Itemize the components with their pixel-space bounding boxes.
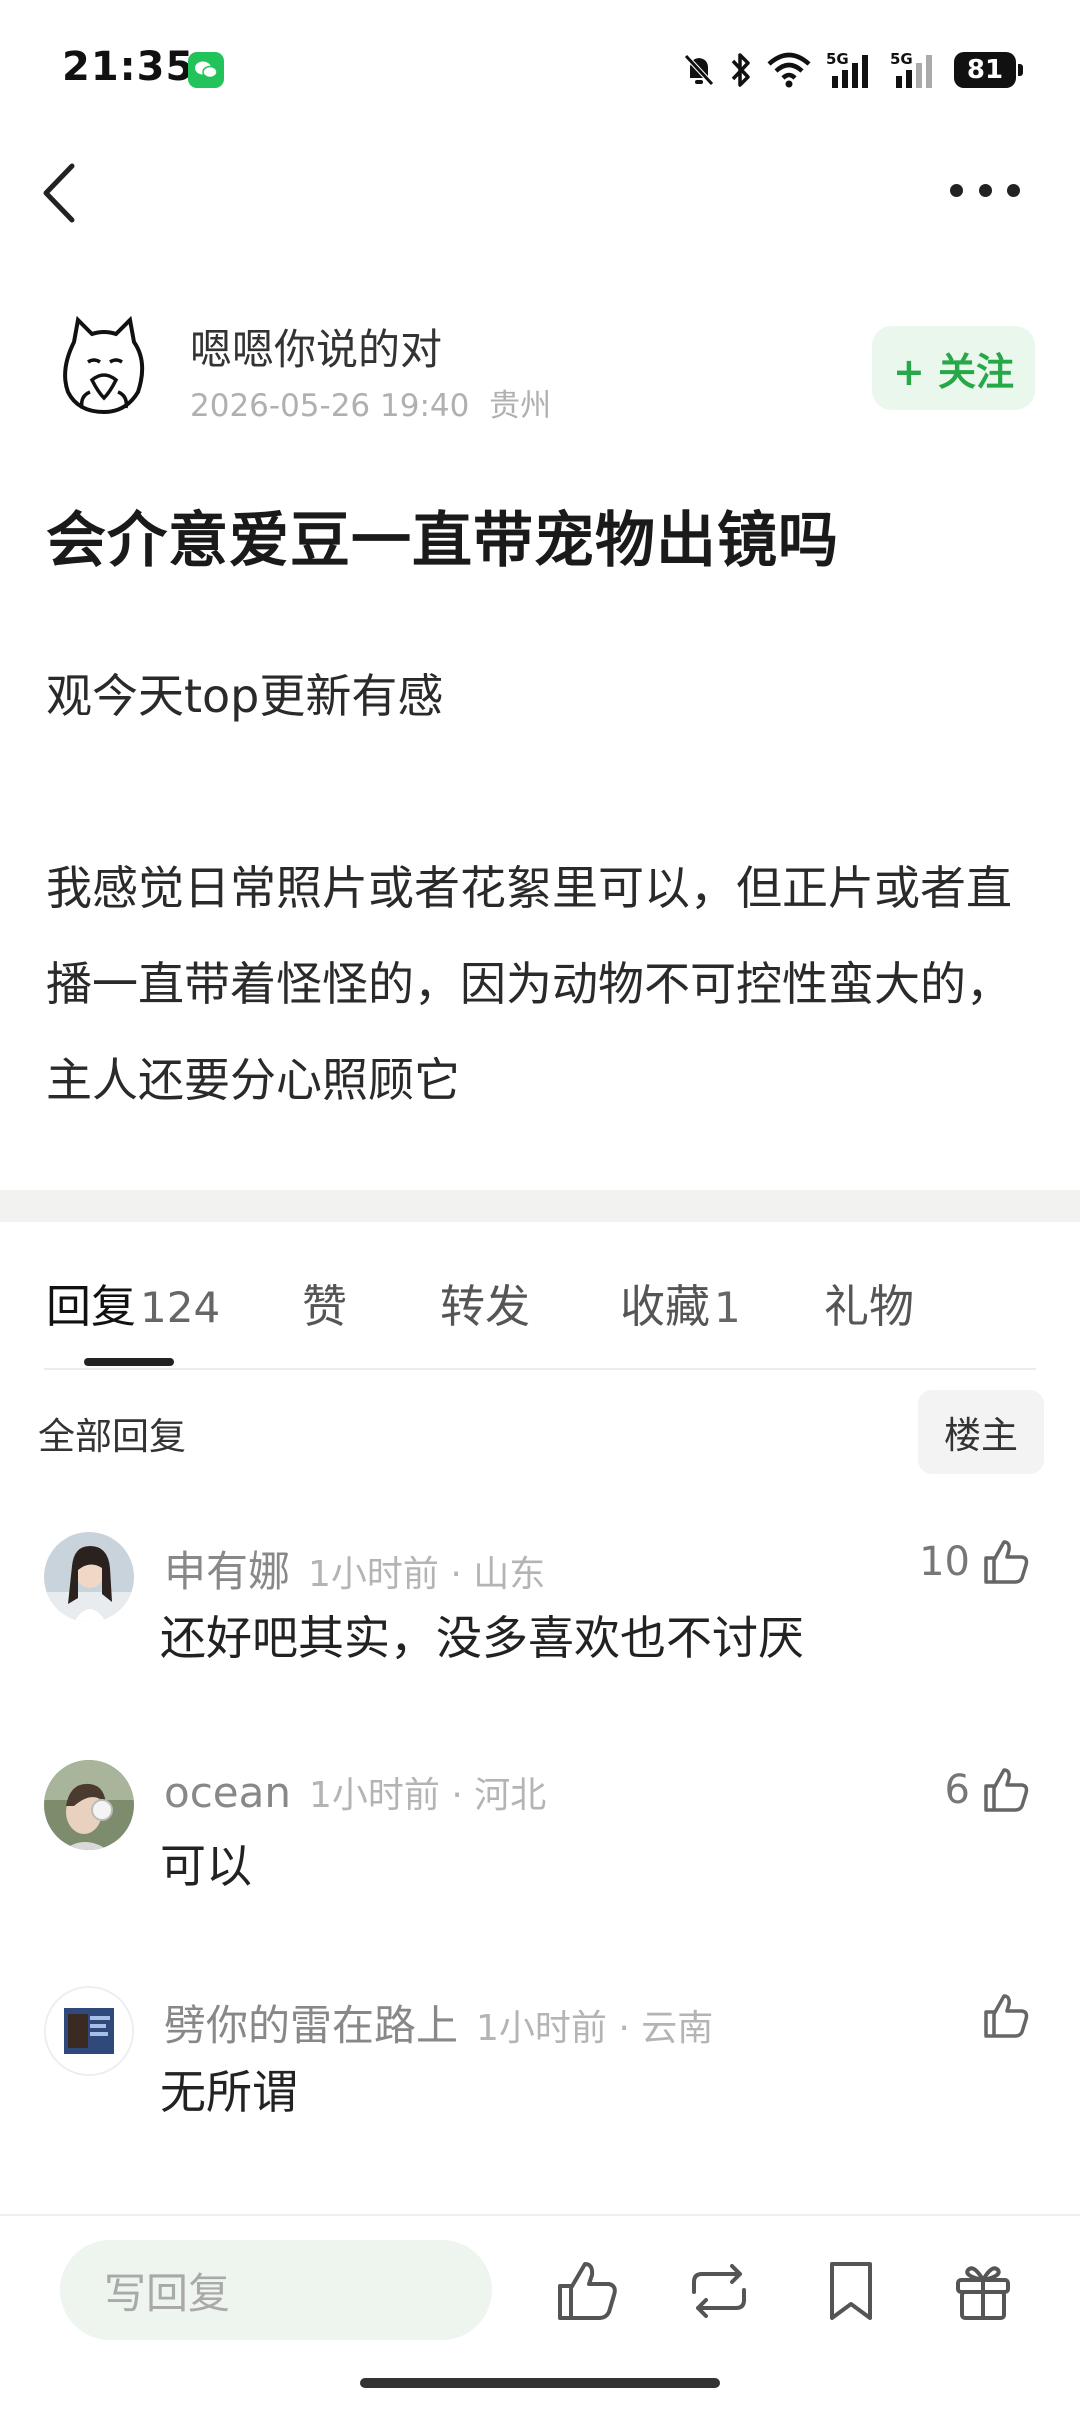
thumbs-up-icon xyxy=(984,1540,1029,1584)
comment-item: 申有娜 1小时前 · 山东 还好吧其实，没多喜欢也不讨厌 10 xyxy=(0,1532,1080,1692)
post-body: 观今天top更新有感 我感觉日常照片或者花絮里可以，但正片或者直播一直带着怪怪的… xyxy=(46,648,1036,1128)
repost-button[interactable] xyxy=(684,2256,754,2326)
network-label: 5G xyxy=(826,50,849,68)
commenter-avatar[interactable] xyxy=(44,1760,134,1850)
5g-signal-icon: 5G xyxy=(826,50,868,88)
gift-button[interactable] xyxy=(948,2256,1018,2326)
commenter-name[interactable]: ocean 1小时前 · 河北 xyxy=(164,1766,546,1818)
5g-signal-icon: 5G xyxy=(890,50,932,88)
author-name[interactable]: 嗯嗯你说的对 xyxy=(190,316,442,377)
status-time: 21:35 xyxy=(62,44,195,90)
tab-favorites[interactable]: 收藏1 xyxy=(620,1270,741,1335)
commenter-name[interactable]: 劈你的雷在路上 1小时前 · 云南 xyxy=(164,1992,713,2053)
comment-location: 云南 xyxy=(641,2008,714,2049)
more-dots-icon xyxy=(950,183,963,197)
comment-time: 1小时前 xyxy=(308,1775,440,1816)
status-icons: 5G 5G 81 xyxy=(682,48,1023,92)
like-count: 10 xyxy=(919,1539,970,1585)
comment-time: 1小时前 xyxy=(308,1554,439,1595)
like-count: 6 xyxy=(944,1767,970,1813)
commenter-avatar[interactable] xyxy=(44,1532,134,1622)
bookmark-icon xyxy=(830,2262,872,2320)
tab-gifts[interactable]: 礼物 xyxy=(824,1270,914,1335)
home-indicator[interactable] xyxy=(360,2378,720,2388)
comment-like-button[interactable]: 6 xyxy=(945,1760,1032,1820)
wifi-icon xyxy=(767,52,811,88)
thumbs-up-icon xyxy=(984,1994,1029,2038)
post-location: 贵州 xyxy=(489,388,552,424)
battery-level: 81 xyxy=(966,55,1004,85)
like-button[interactable] xyxy=(552,2256,622,2326)
post-paragraph: 我感觉日常照片或者花絮里可以，但正片或者直播一直带着怪怪的，因为动物不可控性蛮大… xyxy=(46,861,1012,1107)
follow-button[interactable]: + 关注 xyxy=(872,326,1035,410)
more-dots-icon xyxy=(1007,183,1020,197)
repost-icon xyxy=(692,2264,746,2318)
more-dots-icon xyxy=(978,183,992,197)
tab-reposts[interactable]: 转发 xyxy=(440,1270,530,1335)
wechat-icon xyxy=(188,52,224,88)
tab-active-indicator xyxy=(84,1358,174,1366)
tab-count: 124 xyxy=(140,1283,221,1332)
mute-icon xyxy=(684,54,714,86)
comment-text: 还好吧其实，没多喜欢也不讨厌 xyxy=(160,1611,804,1665)
bookmark-button[interactable] xyxy=(816,2256,886,2326)
section-divider xyxy=(0,1190,1080,1222)
comment-text: 可以 xyxy=(160,1839,252,1893)
tab-replies[interactable]: 回复124 xyxy=(46,1270,220,1335)
tabs-divider xyxy=(44,1368,1036,1370)
bluetooth-icon xyxy=(731,53,750,87)
tab-label: 转发 xyxy=(440,1280,531,1333)
commenter-name[interactable]: 申有娜 1小时前 · 山东 xyxy=(164,1538,545,1599)
tab-label: 回复 xyxy=(46,1280,137,1333)
post-date: 2026-05-26 19:40 xyxy=(190,388,470,424)
comment-location: 山东 xyxy=(473,1554,546,1595)
comment-text: 无所谓 xyxy=(160,2065,298,2119)
comment-location: 河北 xyxy=(474,1775,547,1816)
commenter-name-text: ocean xyxy=(164,1768,291,1817)
status-bar: 21:35 5G 5G 81 xyxy=(0,0,1080,140)
comment-time: 1小时前 xyxy=(476,2008,607,2049)
commenter-avatar[interactable] xyxy=(44,1986,134,2076)
post-meta: 2026-05-26 19:40 贵州 xyxy=(190,380,551,425)
thumbs-up-icon xyxy=(984,1768,1029,1812)
comment-like-button[interactable]: 10 xyxy=(919,1532,1032,1592)
gift-icon xyxy=(956,2266,1010,2320)
tab-likes[interactable]: 赞 xyxy=(302,1270,347,1335)
tab-label: 赞 xyxy=(302,1280,348,1333)
tab-count: 1 xyxy=(714,1283,741,1332)
owner-only-button[interactable]: 楼主 xyxy=(918,1390,1044,1474)
network-label: 5G xyxy=(890,50,913,68)
all-replies-filter[interactable]: 全部回复 xyxy=(38,1406,186,1460)
back-button[interactable] xyxy=(36,158,86,228)
comment-item: ocean 1小时前 · 河北 可以 6 xyxy=(0,1760,1080,1920)
battery-icon: 81 xyxy=(954,52,1023,88)
commenter-name-text: 申有娜 xyxy=(164,1547,291,1596)
commenter-name-text: 劈你的雷在路上 xyxy=(164,2001,459,2050)
comment-item: 劈你的雷在路上 1小时前 · 云南 无所谓 xyxy=(0,1986,1080,2146)
tab-label: 收藏 xyxy=(620,1280,711,1333)
tab-label: 礼物 xyxy=(824,1280,915,1333)
post-title: 会介意爱豆一直带宠物出镜吗 xyxy=(46,506,839,576)
post-paragraph: 观今天top更新有感 xyxy=(46,669,444,723)
more-button[interactable] xyxy=(950,170,1020,210)
chevron-left-icon xyxy=(43,163,75,223)
author-avatar[interactable] xyxy=(52,312,156,422)
comment-like-button[interactable] xyxy=(980,1986,1032,2046)
reply-input[interactable]: 写回复 xyxy=(60,2240,492,2340)
thumbs-up-icon xyxy=(558,2262,617,2320)
